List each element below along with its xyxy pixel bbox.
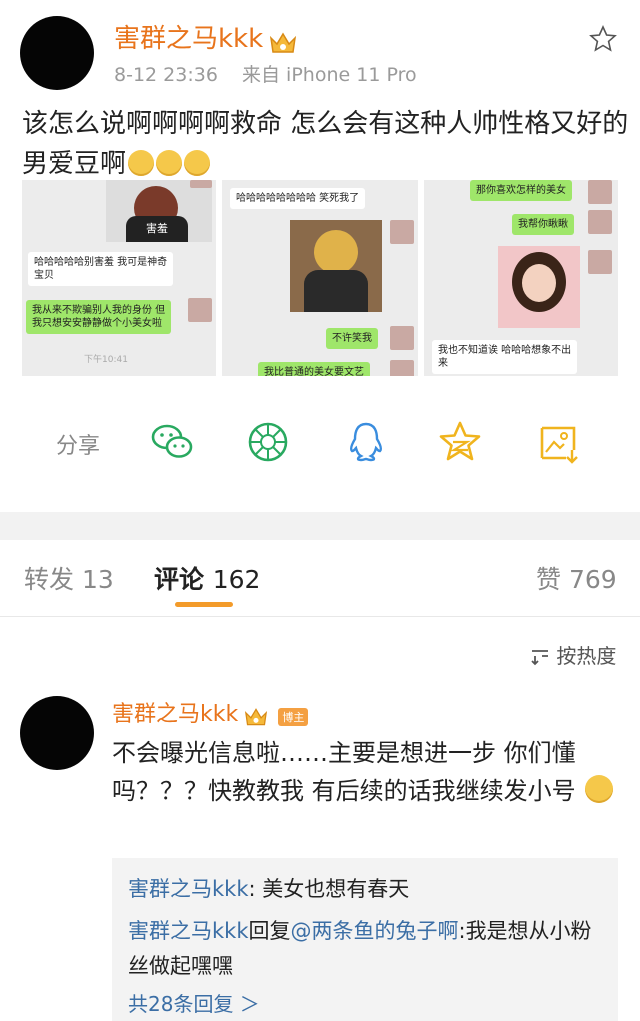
comment-text: 不会曝光信息啦……主要是想进一步 你们懂吗？？？快教教我 有后续的话我继续发小号 (112, 739, 576, 805)
chat-bubble: 我从来不欺骗别人我的身份 但 我只想安安静静做个小美女啦 (26, 300, 172, 334)
share-label: 分享 (56, 434, 101, 459)
chat-bubble: 我比普通的美女要文艺 (258, 362, 370, 376)
chat-bubble: 我也不知道诶 哈哈哈想象不出 来 (432, 340, 578, 374)
post-header: 害群之马kkk (114, 18, 298, 56)
sort-icon (531, 650, 548, 666)
moments-icon[interactable] (246, 420, 290, 464)
chat-avatar (188, 298, 212, 322)
qq-icon[interactable] (344, 420, 388, 464)
reply-item[interactable]: 害群之马kkk: 美女也想有春天 (128, 872, 409, 907)
tab-comments[interactable]: 评论 162 (154, 560, 260, 596)
surprised-emoji-icon (184, 150, 211, 176)
section-divider (0, 512, 640, 540)
post-meta: 8-12 23:36 来自 iPhone 11 Pro (114, 60, 417, 87)
post-image-2[interactable]: 哈哈哈哈哈哈哈哈 笑死我了 不许笑我 我比普通的美女要文艺 (222, 180, 418, 376)
more-replies-link[interactable]: 共28条回复 ＞ (128, 988, 260, 1017)
vip-crown-icon (270, 32, 297, 53)
chat-avatar (390, 220, 414, 244)
chat-avatar (588, 180, 612, 204)
author-badge: 博主 (278, 707, 309, 726)
comment-header: 害群之马kkk 博主 (112, 696, 309, 728)
surprised-emoji-icon (156, 150, 183, 176)
chat-bubble: 哈哈哈哈哈别害羞 我可是神奇 宝贝 (28, 252, 174, 286)
chat-bubble: 哈哈哈哈哈哈哈哈 笑死我了 (230, 188, 366, 209)
post-avatar[interactable] (20, 16, 94, 90)
chat-avatar (190, 180, 212, 188)
photo-thumb: 害羞 (106, 180, 212, 242)
post-image-1[interactable]: 害羞 哈哈哈哈哈别害羞 我可是神奇 宝贝 我从来不欺骗别人我的身份 但 我只想安… (22, 180, 216, 376)
reply-item[interactable]: 害群之马kkk回复@两条鱼的兔子啊:我是想从小粉丝做起嘿嘿 (128, 914, 598, 984)
chat-avatar (588, 210, 612, 234)
favorite-star-icon[interactable] (588, 24, 618, 54)
tab-repost[interactable]: 转发 13 (24, 560, 114, 596)
surprised-emoji-icon (128, 150, 155, 176)
wechat-icon[interactable] (150, 420, 194, 464)
chat-avatar (390, 326, 414, 350)
post-body: 该怎么说啊啊啊啊救命 怎么会有这种人帅性格又好的男爱豆啊 (22, 104, 632, 184)
post-username[interactable]: 害群之马kkk (114, 24, 263, 54)
shush-emoji-icon (585, 775, 614, 803)
tabs-divider (0, 616, 640, 617)
post-source: 来自 iPhone 11 Pro (242, 64, 417, 86)
tab-likes[interactable]: 赞 769 (536, 560, 617, 596)
chat-bubble: 不许笑我 (326, 328, 378, 349)
comment-avatar[interactable] (20, 696, 94, 770)
comment-username[interactable]: 害群之马kkk (112, 702, 238, 727)
chat-bubble: 那你喜欢怎样的美女 (470, 180, 572, 201)
reply-box: 害群之马kkk: 美女也想有春天 害群之马kkk回复@两条鱼的兔子啊:我是想从小… (112, 858, 618, 1021)
comment-body: 不会曝光信息啦……主要是想进一步 你们懂吗？？？快教教我 有后续的话我继续发小号 (112, 734, 622, 810)
active-tab-indicator (175, 602, 233, 607)
chat-bubble: 我帮你瞅瞅 (512, 214, 574, 235)
vip-crown-icon (245, 707, 268, 725)
chat-time: 下午10:41 (84, 355, 128, 365)
save-image-icon[interactable] (536, 420, 580, 464)
chat-avatar (588, 250, 612, 274)
photo-thumb (498, 246, 580, 328)
sort-button[interactable]: 按热度 (530, 640, 616, 669)
post-text: 该怎么说啊啊啊啊救命 怎么会有这种人帅性格又好的男爱豆啊 (22, 109, 629, 179)
qzone-icon[interactable] (438, 420, 482, 464)
chat-avatar (390, 360, 414, 376)
post-time: 8-12 23:36 (114, 64, 218, 86)
photo-thumb (290, 220, 382, 312)
post-image-3[interactable]: 那你喜欢怎样的美女 我帮你瞅瞅 我也不知道诶 哈哈哈想象不出 来 (424, 180, 618, 376)
